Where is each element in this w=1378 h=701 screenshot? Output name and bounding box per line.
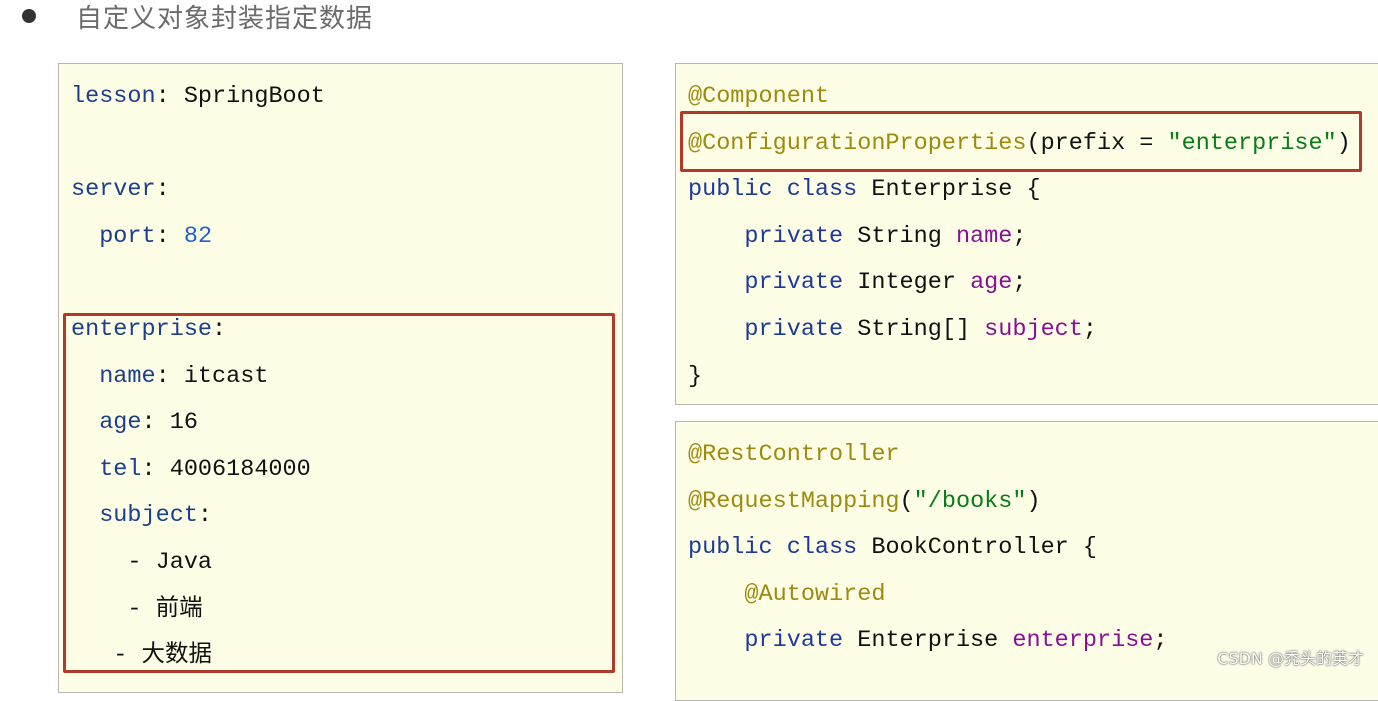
code-token-kw: private bbox=[688, 315, 858, 343]
code-token-kw: private bbox=[688, 627, 858, 655]
bullet-icon bbox=[22, 9, 36, 23]
code-token-key: port bbox=[71, 222, 156, 250]
code-line: } bbox=[688, 354, 1351, 401]
code-line: @Autowired bbox=[688, 572, 1168, 619]
code-token-plain: : bbox=[155, 176, 170, 204]
code-token-key: server bbox=[71, 176, 156, 204]
code-token-field: name bbox=[955, 222, 1013, 250]
code-token-plain: ; bbox=[1012, 269, 1027, 297]
code-line: private Enterprise enterprise; bbox=[688, 618, 1168, 665]
code-line: public class Enterprise { bbox=[688, 167, 1351, 214]
code-line: port: 82 bbox=[71, 214, 325, 261]
slide-title: 自定义对象封装指定数据 bbox=[76, 3, 374, 34]
code-line: lesson: SpringBoot bbox=[71, 74, 325, 121]
code-token-kw: public class bbox=[688, 176, 872, 204]
code-line: private String name; bbox=[688, 214, 1351, 261]
code-token-kw: public class bbox=[688, 534, 872, 562]
code-token-num: 82 bbox=[183, 222, 213, 250]
code-token-plain: ; bbox=[1082, 315, 1097, 343]
code-line: @RequestMapping("/books") bbox=[688, 479, 1168, 526]
code-line: private Integer age; bbox=[688, 260, 1351, 307]
code-token-plain: : bbox=[155, 222, 184, 250]
code-token-plain: } bbox=[688, 362, 703, 390]
code-token-key: lesson bbox=[71, 83, 156, 110]
code-token-str: "/books" bbox=[913, 487, 1027, 515]
code-token-field: enterprise bbox=[1012, 627, 1154, 655]
watermark: CSDN @秃头的英才 bbox=[1217, 649, 1364, 668]
code-token-plain: ; bbox=[1153, 627, 1168, 655]
code-line: public class BookController { bbox=[688, 525, 1168, 572]
code-token-kw: private bbox=[688, 222, 858, 250]
code-token-plain: String bbox=[857, 222, 956, 250]
code-token-kw: private bbox=[688, 269, 858, 297]
configuration-properties-highlight bbox=[680, 111, 1362, 172]
code-token-plain: : SpringBoot bbox=[155, 83, 325, 110]
code-line: @RestController bbox=[688, 432, 1168, 479]
code-token-plain: Enterprise bbox=[857, 627, 1013, 655]
code-token-plain: ; bbox=[1012, 222, 1027, 250]
code-token-plain: BookController { bbox=[871, 534, 1097, 562]
code-token-anno: @RequestMapping bbox=[688, 487, 900, 515]
code-token-field: age bbox=[970, 269, 1013, 297]
enterprise-config-highlight bbox=[63, 313, 615, 673]
code-token-anno: @Autowired bbox=[688, 580, 886, 608]
slide-heading: 自定义对象封装指定数据 bbox=[22, 0, 373, 36]
code-token-plain: Enterprise { bbox=[871, 176, 1041, 204]
code-token-anno: @Component bbox=[688, 83, 830, 110]
code-line: private String[] subject; bbox=[688, 307, 1351, 354]
code-line: server: bbox=[71, 167, 325, 214]
code-token-anno: @RestController bbox=[688, 441, 900, 468]
code-token-plain: ) bbox=[1026, 487, 1041, 515]
code-token-plain: String[] bbox=[857, 315, 985, 343]
code-token-plain: ( bbox=[899, 487, 914, 515]
code-token-plain: Integer bbox=[857, 269, 971, 297]
code-token-field: subject bbox=[984, 315, 1083, 343]
book-controller-code: @RestController @RequestMapping("/books")… bbox=[688, 432, 1168, 665]
